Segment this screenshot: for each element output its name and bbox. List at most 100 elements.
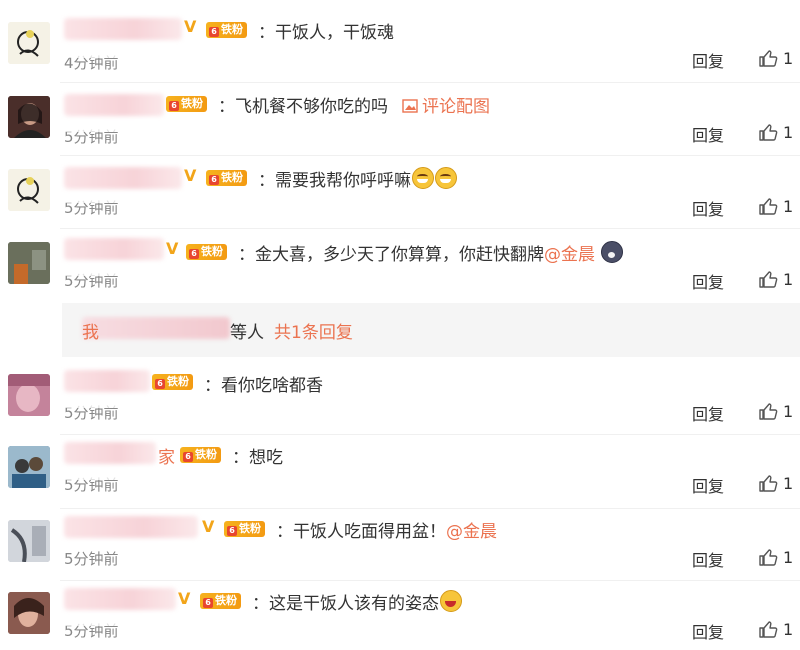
comment-text: ：这是干饭人该有的姿态 bbox=[252, 589, 462, 614]
thumbs-up-icon bbox=[759, 271, 778, 288]
reply-button[interactable]: 回复 bbox=[692, 547, 724, 571]
avatar[interactable] bbox=[8, 169, 50, 211]
time-mask bbox=[60, 472, 130, 480]
avatar[interactable] bbox=[8, 520, 50, 562]
fan-badge-label: 铁粉 bbox=[195, 448, 217, 461]
comment-time: 5分钟前 bbox=[64, 550, 119, 568]
avatar[interactable] bbox=[8, 22, 50, 64]
comment-item: V 6 铁粉 ：需要我帮你呼呼嘛 5分钟前 回复 1 bbox=[0, 155, 800, 225]
comment-text-body: ：需要我帮你呼呼嘛 bbox=[258, 171, 411, 191]
like-button[interactable]: 1 bbox=[758, 48, 793, 68]
comment-image-link-label[interactable]: 评论配图 bbox=[422, 97, 490, 117]
avatar[interactable] bbox=[8, 592, 50, 634]
comment-item: V 6 铁粉 ：金大喜，多少天了你算算，你赶快翻牌@金晨 5分钟前 回复 1 bbox=[0, 228, 800, 298]
sub-reply-suffix: 等人 bbox=[230, 323, 264, 343]
comment-text-body: ：干饭人吃面得用盆！ bbox=[276, 522, 446, 542]
like-button[interactable]: 1 bbox=[758, 196, 793, 216]
like-count: 1 bbox=[783, 48, 794, 68]
like-count: 1 bbox=[783, 269, 794, 289]
username-blurred[interactable] bbox=[64, 94, 164, 116]
fan-level: 6 bbox=[209, 27, 219, 37]
fan-badge: 6 铁粉 bbox=[206, 22, 247, 38]
fan-badge: 6 铁粉 bbox=[180, 447, 221, 463]
sub-reply-names-blurred[interactable] bbox=[82, 317, 230, 339]
reply-button[interactable]: 回复 bbox=[692, 269, 724, 293]
like-button[interactable]: 1 bbox=[758, 401, 793, 421]
reply-button[interactable]: 回复 bbox=[692, 48, 724, 72]
reply-button[interactable]: 回复 bbox=[692, 401, 724, 425]
like-count: 1 bbox=[783, 473, 794, 493]
fan-level: 6 bbox=[227, 526, 237, 536]
username-blurred[interactable] bbox=[64, 516, 198, 538]
avatar[interactable] bbox=[8, 374, 50, 416]
thumbs-up-icon bbox=[759, 124, 778, 141]
mention-link[interactable]: @金晨 bbox=[544, 245, 595, 265]
like-count: 1 bbox=[783, 122, 794, 142]
emoji-sweat-icon bbox=[435, 167, 457, 189]
like-button[interactable]: 1 bbox=[758, 547, 793, 567]
fan-level: 6 bbox=[169, 101, 179, 111]
reply-button[interactable]: 回复 bbox=[692, 619, 724, 643]
time-mask bbox=[60, 400, 130, 408]
vip-icon: V bbox=[202, 517, 215, 536]
avatar[interactable] bbox=[8, 96, 50, 138]
fan-level: 6 bbox=[203, 598, 213, 608]
username-tail[interactable]: 家 bbox=[158, 443, 175, 468]
thumbs-up-icon bbox=[759, 198, 778, 215]
username-blurred[interactable] bbox=[64, 442, 156, 464]
avatar[interactable] bbox=[8, 446, 50, 488]
emoji-shock-icon bbox=[601, 241, 624, 263]
image-icon bbox=[402, 99, 418, 113]
comment-text: ：想吃 bbox=[232, 448, 283, 468]
like-count: 1 bbox=[783, 547, 794, 567]
comment-image-link[interactable]: 评论配图 bbox=[402, 97, 490, 117]
like-count: 1 bbox=[783, 196, 794, 216]
comment-item: 6 铁粉 ：飞机餐不够你吃的吗 评论配图 5分钟前 回复 1 bbox=[0, 82, 800, 152]
sub-reply-bar: 我 等人 共1条回复 bbox=[62, 303, 800, 357]
comment-item: 6 铁粉 ：看你吃啥都香 5分钟前 回复 1 bbox=[0, 362, 800, 432]
time-mask bbox=[60, 268, 130, 276]
like-button[interactable]: 1 bbox=[758, 269, 793, 289]
comment-text: ：干饭人，干饭魂 bbox=[258, 23, 394, 43]
like-count: 1 bbox=[783, 401, 794, 421]
fan-badge: 6 铁粉 bbox=[152, 374, 193, 390]
fan-badge: 6 铁粉 bbox=[224, 521, 265, 537]
reply-button[interactable]: 回复 bbox=[692, 473, 724, 497]
fan-badge-label: 铁粉 bbox=[221, 171, 243, 184]
username-blurred[interactable] bbox=[64, 18, 182, 40]
fan-badge-label: 铁粉 bbox=[201, 245, 223, 258]
view-replies-link[interactable]: 共1条回复 bbox=[274, 318, 353, 343]
comment-item: V 6 铁粉 ：这是干饭人该有的姿态 5分钟前 回复 1 bbox=[0, 580, 800, 650]
fan-level: 6 bbox=[183, 452, 193, 462]
fan-level: 6 bbox=[189, 249, 199, 259]
time-mask bbox=[60, 195, 130, 203]
thumbs-up-icon bbox=[759, 403, 778, 420]
comment-text-body: ：金大喜，多少天了你算算，你赶快翻牌 bbox=[238, 245, 544, 265]
like-button[interactable]: 1 bbox=[758, 473, 793, 493]
username-blurred[interactable] bbox=[64, 238, 164, 260]
fan-badge: 6 铁粉 bbox=[206, 170, 247, 186]
mention-link[interactable]: @金晨 bbox=[446, 522, 497, 542]
comment-item: V 6 铁粉 ：干饭人吃面得用盆！@金晨 5分钟前 回复 1 bbox=[0, 508, 800, 578]
username-blurred[interactable] bbox=[64, 588, 176, 610]
avatar[interactable] bbox=[8, 242, 50, 284]
username-blurred[interactable] bbox=[64, 167, 182, 189]
time-mask bbox=[60, 50, 130, 58]
reply-button[interactable]: 回复 bbox=[692, 196, 724, 220]
fan-badge: 6 铁粉 bbox=[200, 593, 241, 609]
username-blurred[interactable] bbox=[64, 370, 150, 392]
comment-text: ：需要我帮你呼呼嘛 bbox=[258, 166, 457, 191]
time-mask bbox=[60, 618, 130, 626]
like-button[interactable]: 1 bbox=[758, 122, 793, 142]
vip-icon: V bbox=[178, 589, 191, 608]
thumbs-up-icon bbox=[759, 50, 778, 67]
sub-reply-name[interactable]: 我 bbox=[82, 318, 99, 343]
fan-badge-label: 铁粉 bbox=[239, 522, 261, 535]
comment-text: ：看你吃啥都香 bbox=[204, 376, 323, 396]
emoji-laugh-icon bbox=[440, 590, 462, 612]
reply-button[interactable]: 回复 bbox=[692, 122, 724, 146]
comment-text: ：金大喜，多少天了你算算，你赶快翻牌@金晨 bbox=[238, 240, 624, 265]
fan-badge-label: 铁粉 bbox=[215, 594, 237, 607]
like-count: 1 bbox=[783, 619, 794, 639]
like-button[interactable]: 1 bbox=[758, 619, 793, 639]
